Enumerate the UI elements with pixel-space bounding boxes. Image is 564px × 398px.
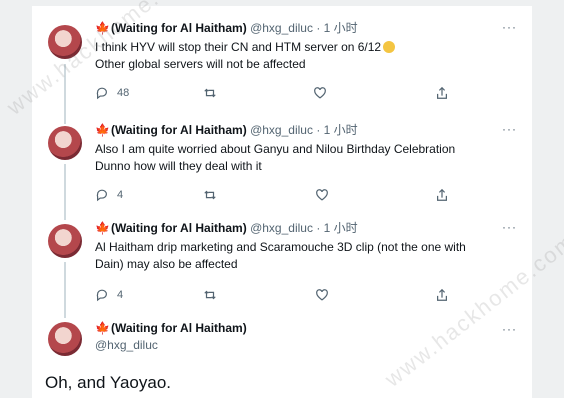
tweet-text-line-2: Dunno how will they deal with it: [95, 159, 262, 173]
share-button[interactable]: [435, 288, 449, 302]
heart-icon: [316, 189, 328, 201]
display-name[interactable]: (Waiting for Al Haitham): [111, 123, 247, 137]
share-icon: [437, 86, 447, 99]
main-tweet-text: Oh, and Yaoyao.: [45, 373, 172, 392]
reply-count: 48: [117, 87, 130, 99]
more-options-icon[interactable]: ···: [502, 122, 517, 136]
retweet-button[interactable]: [203, 86, 217, 100]
share-button[interactable]: [435, 86, 449, 100]
timestamp[interactable]: 1 小时: [324, 221, 358, 235]
tweet-thread: 🍁(Waiting for Al Haitham) @hxg_diluc · 1…: [32, 6, 532, 398]
like-button[interactable]: [315, 288, 329, 302]
heart-icon: [314, 87, 326, 99]
maple-leaf-icon: 🍁: [95, 221, 110, 235]
reply-icon: [96, 289, 107, 302]
display-name[interactable]: (Waiting for Al Haitham): [111, 221, 247, 235]
maple-leaf-icon: 🍁: [95, 321, 110, 335]
retweet-button[interactable]: [203, 188, 217, 202]
more-options-icon[interactable]: ···: [502, 20, 517, 34]
avatar[interactable]: [48, 224, 82, 258]
separator-dot: ·: [316, 123, 321, 137]
reply-count: 4: [117, 189, 124, 201]
more-options-icon[interactable]: ···: [502, 322, 517, 336]
retweet-icon: [204, 88, 216, 98]
reply-count: 4: [117, 289, 124, 301]
tweet-text-line-1: Al Haitham drip marketing and Scaramouch…: [95, 240, 466, 254]
tweet-text-line-2: Other global servers will not be affecte…: [95, 57, 306, 71]
reply-icon: [96, 87, 107, 100]
tweet-text-line-1: I think HYV will stop their CN and HTM s…: [95, 40, 382, 54]
share-button[interactable]: [435, 188, 449, 202]
like-button[interactable]: [315, 188, 329, 202]
avatar[interactable]: [48, 25, 82, 59]
timestamp[interactable]: 1 小时: [324, 21, 358, 35]
tweet-header: 🍁(Waiting for Al Haitham) @hxg_diluc · 1…: [95, 122, 358, 138]
reply-icon: [96, 189, 107, 202]
share-icon: [437, 288, 447, 301]
tweet-actions: 48: [95, 86, 495, 102]
timestamp[interactable]: 1 小时: [324, 123, 358, 137]
thread-line: [64, 262, 66, 318]
separator-dot: ·: [316, 21, 321, 35]
tweet-actions: 4: [95, 188, 495, 204]
avatar[interactable]: [48, 126, 82, 160]
like-button[interactable]: [313, 86, 327, 100]
tweet-text: Al Haitham drip marketing and Scaramouch…: [95, 239, 495, 273]
retweet-button[interactable]: [203, 288, 217, 302]
maple-leaf-icon: 🍁: [95, 21, 110, 35]
thread-line: [64, 106, 66, 120]
retweet-icon: [204, 190, 216, 200]
tweet-header: 🍁(Waiting for Al Haitham) @hxg_diluc · 1…: [95, 20, 358, 36]
user-handle[interactable]: @hxg_diluc: [95, 338, 158, 352]
avatar[interactable]: [48, 322, 82, 356]
tweet-text: I think HYV will stop their CN and HTM s…: [95, 39, 495, 73]
tweet-text-line-1: Also I am quite worried about Ganyu and …: [95, 142, 456, 156]
more-options-icon[interactable]: ···: [502, 220, 517, 234]
user-handle[interactable]: @hxg_diluc: [250, 123, 313, 137]
reply-button[interactable]: 4: [95, 288, 123, 302]
tweet-text: Also I am quite worried about Ganyu and …: [95, 141, 495, 175]
heart-icon: [316, 289, 328, 301]
reply-button[interactable]: 48: [95, 86, 129, 100]
display-name[interactable]: (Waiting for Al Haitham): [111, 21, 247, 35]
thinking-face-icon: [383, 41, 396, 53]
thread-line: [64, 204, 66, 218]
user-handle[interactable]: @hxg_diluc: [250, 21, 313, 35]
user-handle[interactable]: @hxg_diluc: [250, 221, 313, 235]
tweet-header: 🍁(Waiting for Al Haitham) @hxg_diluc · 1…: [95, 220, 358, 236]
share-icon: [437, 188, 447, 201]
display-name[interactable]: (Waiting for Al Haitham): [111, 321, 247, 335]
separator-dot: ·: [316, 221, 321, 235]
retweet-icon: [204, 290, 216, 300]
tweet-header: 🍁(Waiting for Al Haitham): [95, 320, 247, 336]
reply-button[interactable]: 4: [95, 188, 123, 202]
tweet-text-line-2: Dain) may also be affected: [95, 257, 238, 271]
tweet-actions: 4: [95, 288, 495, 304]
maple-leaf-icon: 🍁: [95, 123, 110, 137]
